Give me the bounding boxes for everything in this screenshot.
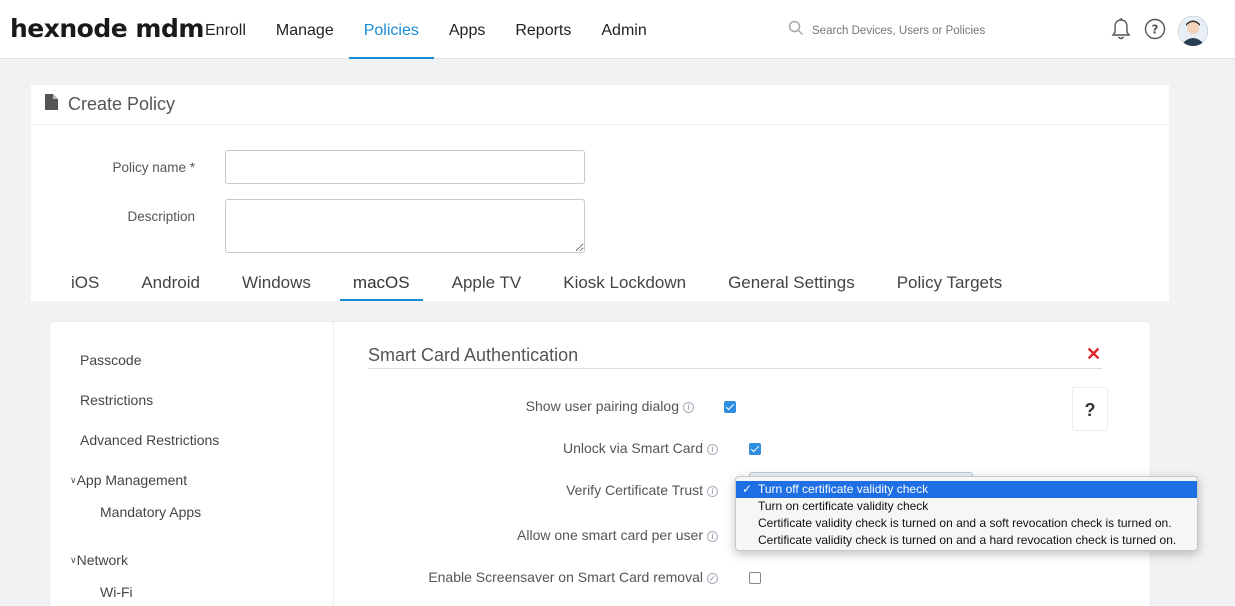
settings-sidebar: Passcode Restrictions Advanced Restricti… bbox=[50, 322, 334, 606]
option-label-verify-certificate-trust: Verify Certificate Trust i bbox=[380, 482, 718, 498]
bell-icon[interactable] bbox=[1110, 17, 1132, 46]
dropdown-option-selected[interactable]: ✓ Turn off certificate validity check bbox=[736, 481, 1197, 498]
info-icon[interactable]: i bbox=[707, 531, 718, 542]
sidebar-item-passcode[interactable]: Passcode bbox=[80, 352, 141, 368]
option-label-show-user-pairing: Show user pairing dialog i bbox=[380, 398, 694, 414]
option-label-one-card-per-user: Allow one smart card per user i bbox=[380, 527, 718, 543]
platform-tabs: iOS Android Windows macOS Apple TV Kiosk… bbox=[31, 264, 1023, 301]
tab-macos[interactable]: macOS bbox=[332, 264, 431, 301]
top-icons: ? bbox=[1110, 16, 1208, 46]
chevron-down-icon: ∨ bbox=[70, 475, 77, 485]
policy-settings-card: Passcode Restrictions Advanced Restricti… bbox=[49, 321, 1151, 606]
sidebar-item-restrictions[interactable]: Restrictions bbox=[80, 392, 153, 408]
sidebar-group-app-management[interactable]: ∨App Management bbox=[70, 472, 187, 488]
search-input[interactable] bbox=[812, 24, 1012, 37]
nav-reports[interactable]: Reports bbox=[500, 0, 586, 59]
checkmark-icon: ✓ bbox=[742, 482, 753, 496]
top-bar: hexnode mdm Enroll Manage Policies Apps … bbox=[0, 0, 1235, 59]
tab-ios[interactable]: iOS bbox=[31, 264, 120, 301]
option-label-unlock-smart-card: Unlock via Smart Card i bbox=[380, 440, 718, 456]
section-title: Smart Card Authentication bbox=[368, 345, 579, 365]
checkbox-show-user-pairing[interactable] bbox=[724, 401, 736, 413]
description-label: Description bbox=[127, 209, 195, 224]
help-circle-icon[interactable]: ? bbox=[1144, 18, 1166, 45]
section-divider bbox=[368, 368, 1102, 369]
nav-apps[interactable]: Apps bbox=[434, 0, 500, 59]
policy-name-input[interactable] bbox=[225, 150, 585, 184]
dropdown-option[interactable]: Certificate validity check is turned on … bbox=[736, 532, 1197, 549]
info-icon[interactable]: i bbox=[707, 444, 718, 455]
nav-enroll[interactable]: Enroll bbox=[190, 0, 261, 59]
info-icon[interactable]: i bbox=[683, 402, 694, 413]
tab-kiosk-lockdown[interactable]: Kiosk Lockdown bbox=[542, 264, 707, 301]
tab-general-settings[interactable]: General Settings bbox=[707, 264, 876, 301]
tab-android[interactable]: Android bbox=[120, 264, 221, 301]
nav-manage[interactable]: Manage bbox=[261, 0, 349, 59]
document-icon bbox=[45, 94, 58, 115]
main-nav: Enroll Manage Policies Apps Reports Admi… bbox=[190, 0, 662, 59]
tab-apple-tv[interactable]: Apple TV bbox=[431, 264, 543, 301]
checkbox-unlock-smart-card[interactable] bbox=[749, 443, 761, 455]
check-circle-icon[interactable]: ✓ bbox=[707, 573, 718, 584]
svg-text:?: ? bbox=[1152, 22, 1159, 36]
chevron-down-icon: ∨ bbox=[70, 555, 77, 565]
nav-policies[interactable]: Policies bbox=[348, 0, 435, 59]
sidebar-item-mandatory-apps[interactable]: Mandatory Apps bbox=[100, 504, 201, 520]
search-bar bbox=[788, 20, 1012, 41]
avatar[interactable] bbox=[1178, 16, 1208, 46]
description-input[interactable] bbox=[225, 199, 585, 253]
search-icon[interactable] bbox=[788, 20, 804, 41]
tab-windows[interactable]: Windows bbox=[221, 264, 332, 301]
checkbox-enable-screensaver[interactable] bbox=[749, 572, 761, 584]
dropdown-option[interactable]: Certificate validity check is turned on … bbox=[736, 515, 1197, 532]
sidebar-group-network[interactable]: ∨Network bbox=[70, 552, 128, 568]
certificate-trust-dropdown-menu: ✓ Turn off certificate validity check Tur… bbox=[735, 476, 1198, 551]
brand-logo[interactable]: hexnode mdm bbox=[10, 14, 204, 43]
nav-admin[interactable]: Admin bbox=[586, 0, 661, 59]
sidebar-item-advanced-restrictions[interactable]: Advanced Restrictions bbox=[80, 432, 219, 448]
policy-name-label: Policy name * bbox=[112, 160, 195, 175]
tab-policy-targets[interactable]: Policy Targets bbox=[876, 264, 1024, 301]
info-icon[interactable]: i bbox=[707, 486, 718, 497]
close-icon[interactable]: ✕ bbox=[1086, 344, 1101, 365]
sidebar-item-wifi[interactable]: Wi-Fi bbox=[100, 584, 133, 600]
option-label-enable-screensaver: Enable Screensaver on Smart Card removal… bbox=[380, 569, 718, 585]
help-button[interactable]: ? bbox=[1072, 387, 1108, 431]
dropdown-option[interactable]: Turn on certificate validity check bbox=[736, 498, 1197, 515]
panel-header: Create Policy bbox=[31, 85, 1169, 125]
page-title: Create Policy bbox=[68, 94, 176, 114]
